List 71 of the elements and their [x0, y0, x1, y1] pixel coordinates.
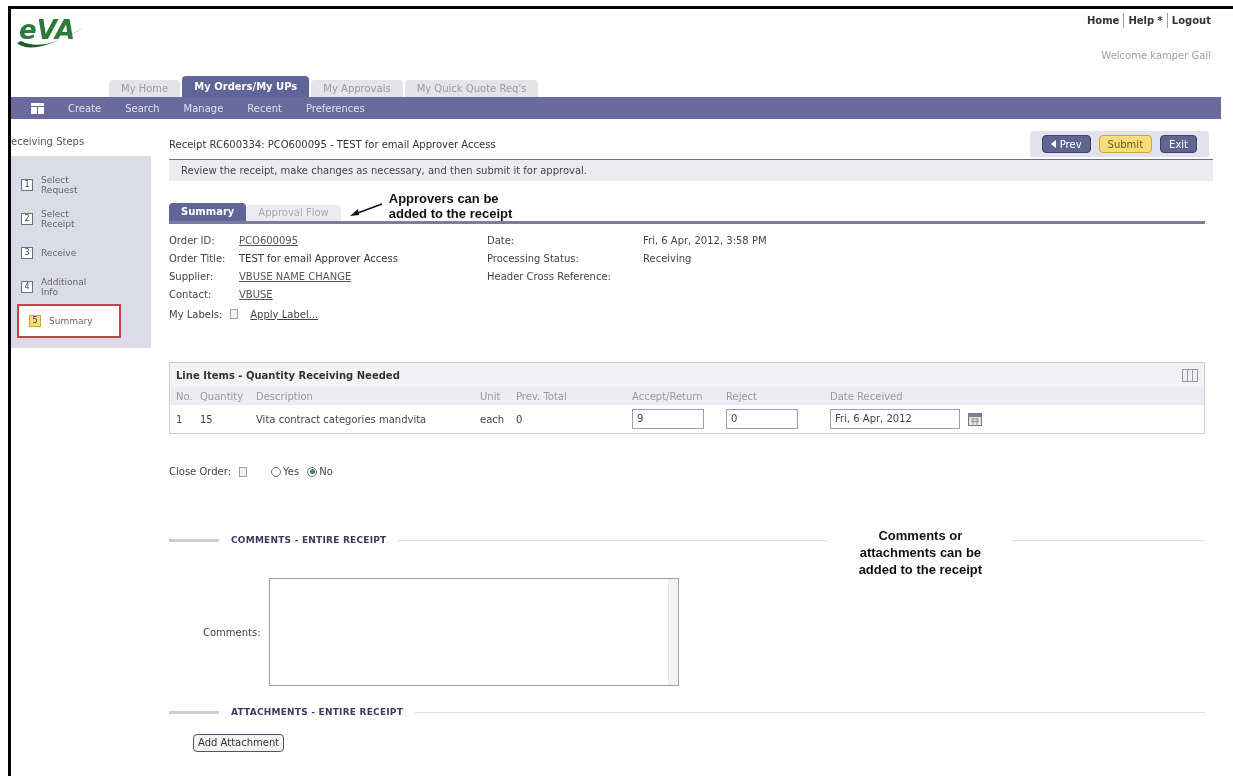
date-input[interactable]: Fri, 6 Apr, 2012: [830, 409, 960, 429]
menu-item[interactable]: Create: [68, 100, 102, 116]
column-header: Prev. Total: [516, 389, 568, 404]
table-options-icon[interactable]: [1182, 368, 1198, 382]
toolbar-button[interactable]: Submit: [1098, 135, 1153, 153]
field-link[interactable]: VBUSE: [239, 286, 273, 304]
field-label: Date:: [487, 234, 516, 248]
page-title: Receipt RC600334: PCO600095 - TEST for email Approver Access: [169, 137, 496, 152]
field-label: Contact:: [169, 288, 213, 302]
field-label: My Labels:: [169, 307, 223, 322]
field-link[interactable]: VBUSE NAME CHANGE: [239, 268, 352, 286]
calendar-icon[interactable]: [968, 412, 982, 426]
quantity-input[interactable]: 0: [726, 409, 798, 429]
comments-field[interactable]: [268, 578, 679, 686]
header-link[interactable]: Logout: [1166, 13, 1211, 28]
field-label: Comments:: [203, 625, 261, 640]
sidebar-title: eceiving Steps: [11, 135, 86, 149]
header-link[interactable]: Help *: [1123, 13, 1163, 28]
field-value: TEST for email Approver Access: [239, 252, 398, 266]
add-attachment-button[interactable]: Add Attachment: [193, 733, 285, 752]
menu-item[interactable]: Recent: [247, 100, 282, 116]
callout-text: Approvers can be added to the receipt: [388, 191, 514, 221]
field-label: Order Title:: [169, 252, 227, 266]
column-header: Description: [256, 389, 314, 404]
toolbar-button[interactable]: Exit: [1160, 135, 1197, 153]
field-label: Close Order:: [169, 465, 232, 479]
radio-label: No: [319, 465, 333, 479]
step-item[interactable]: 1 Select Request: [11, 168, 151, 202]
radio-button[interactable]: [271, 466, 282, 477]
column-header: Date Received: [830, 389, 904, 404]
table-cell-text: Vita contract categories mandvita: [256, 412, 427, 427]
step-item[interactable]: 5 Summary: [17, 304, 121, 338]
panel-title: Line Items - Quantity Receiving Needed: [176, 368, 400, 383]
instruction-text: Review the receipt, make changes as necessary, and then submit it for approval.: [181, 164, 588, 178]
step-item[interactable]: 4 Additional Info: [11, 270, 151, 304]
column-header: Unit: [480, 389, 502, 404]
radio-button[interactable]: [307, 466, 318, 477]
toolbar-button[interactable]: Prev: [1041, 135, 1091, 153]
field-label: Header Cross Reference:: [487, 270, 612, 284]
nav-tab[interactable]: My Orders/My UPs: [182, 76, 310, 97]
field-label: Order ID:: [169, 234, 216, 248]
table-cell-text: 15: [200, 412, 213, 427]
column-header: Accept/Return: [632, 389, 704, 404]
section-heading: ATTACHMENTS - ENTIRE RECEIPT: [231, 706, 403, 719]
column-header: No.: [176, 389, 194, 404]
table-cell-text: each: [480, 412, 505, 427]
welcome-text: Welcome kamper Gail: [1101, 49, 1211, 63]
apply-label-link[interactable]: Apply Label...: [250, 306, 319, 322]
quantity-input[interactable]: 9: [632, 409, 704, 429]
menu-item[interactable]: Manage: [183, 100, 224, 116]
logo[interactable]: eVA: [13, 13, 93, 53]
field-value: Fri, 6 Apr, 2012, 3:58 PM: [643, 234, 767, 248]
column-header: Reject: [726, 389, 758, 404]
menu-item[interactable]: Preferences: [305, 100, 365, 116]
column-header: Quantity: [200, 389, 245, 404]
section-heading: COMMENTS - ENTIRE RECEIPT: [231, 533, 387, 547]
table-cell-text: 1: [176, 412, 183, 427]
step-item[interactable]: 2 Select Receipt: [11, 202, 151, 236]
field-label: Processing Status:: [487, 252, 580, 266]
table-cell-text: 0: [516, 412, 523, 427]
section-tab[interactable]: Summary: [169, 203, 247, 221]
callout-text: Comments or attachments can be added to the receipt: [857, 527, 984, 578]
callout-arrow: [348, 203, 383, 217]
field-value: Receiving: [643, 252, 692, 266]
back-arrow-icon: [1050, 139, 1056, 148]
field-label: Supplier:: [169, 270, 215, 284]
step-item[interactable]: 3 Receive: [11, 236, 151, 270]
menu-item[interactable]: Search: [125, 100, 160, 116]
field-link[interactable]: PCO600095: [239, 232, 299, 250]
radio-label: Yes: [283, 465, 300, 479]
header-link[interactable]: Home: [1086, 13, 1120, 28]
